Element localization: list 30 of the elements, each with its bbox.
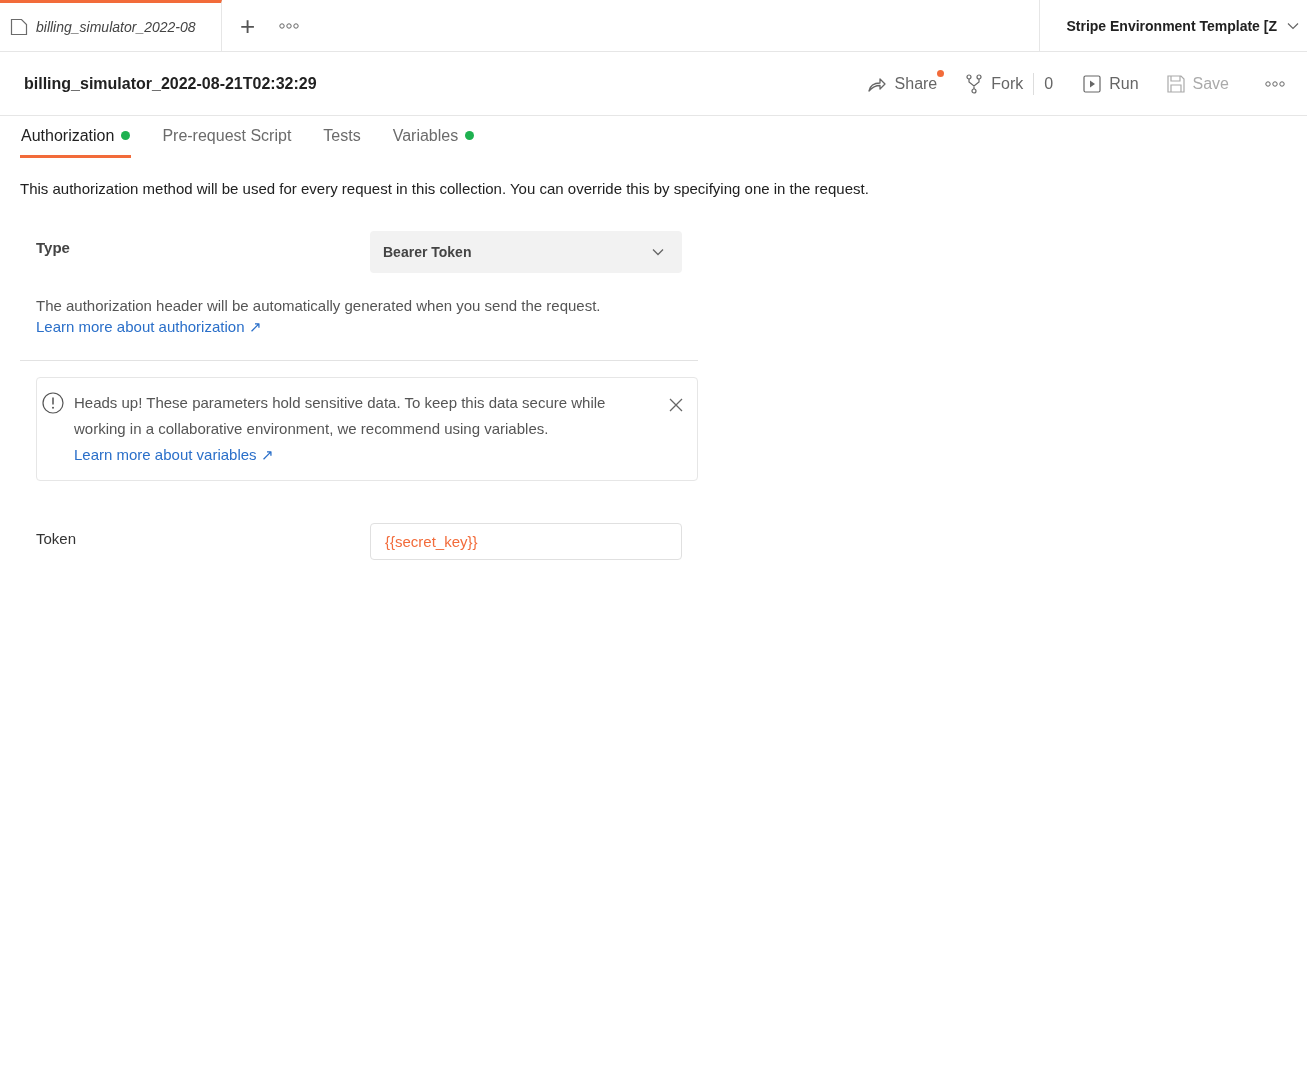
description-text: This authorization method will be used for every request in this collection. You can override this by specifying one in the request. xyxy=(20,180,870,197)
collection-title: billing_simulator_2022-08-21T02:32:29 xyxy=(24,74,317,93)
share-button[interactable]: Share xyxy=(860,70,944,97)
settings-tab[interactable]: Authorization xyxy=(20,116,132,158)
chevron-down-icon xyxy=(1287,21,1299,30)
fork-button[interactable]: Fork xyxy=(959,69,1030,98)
collection-tab[interactable]: billing_simulator_2022-08 xyxy=(0,0,222,51)
settings-tab[interactable]: Variables xyxy=(391,116,476,158)
learn-more-link[interactable]: Learn more about variables ↗ xyxy=(74,446,274,463)
more-icon[interactable] xyxy=(1265,79,1285,88)
close-icon[interactable] xyxy=(669,398,683,412)
environment-selector[interactable]: Stripe Environment Template [Z xyxy=(1039,0,1307,51)
play-icon xyxy=(1083,74,1102,93)
exclamation-circle-icon xyxy=(42,392,64,414)
type-dropdown[interactable]: Bearer Token xyxy=(370,231,682,273)
token-input[interactable]: {{secret_key}} xyxy=(370,523,682,560)
new-tab-button[interactable]: + xyxy=(240,12,256,39)
document-icon xyxy=(10,18,28,36)
learn-more-link[interactable]: Learn more about authorization ↗ xyxy=(36,318,262,336)
settings-tab[interactable]: Pre-request Script xyxy=(161,116,293,158)
fork-icon xyxy=(965,73,984,94)
help-text: The authorization header will be automatically generated when you send the request. xyxy=(36,297,602,314)
settings-tab[interactable]: Tests xyxy=(322,116,362,158)
token-label: Token xyxy=(36,529,78,547)
notice-text: Heads up! These parameters hold sensitive data. To keep this data secure while working in a collaborative environment, we recommend using variables. Learn more about variables ↗ xyxy=(74,393,607,465)
more-icon[interactable] xyxy=(279,21,300,30)
run-button[interactable]: Run xyxy=(1077,70,1145,97)
fork-count: 0 xyxy=(1033,72,1062,95)
type-label: Type xyxy=(36,238,71,256)
chevron-down-icon xyxy=(652,248,664,256)
